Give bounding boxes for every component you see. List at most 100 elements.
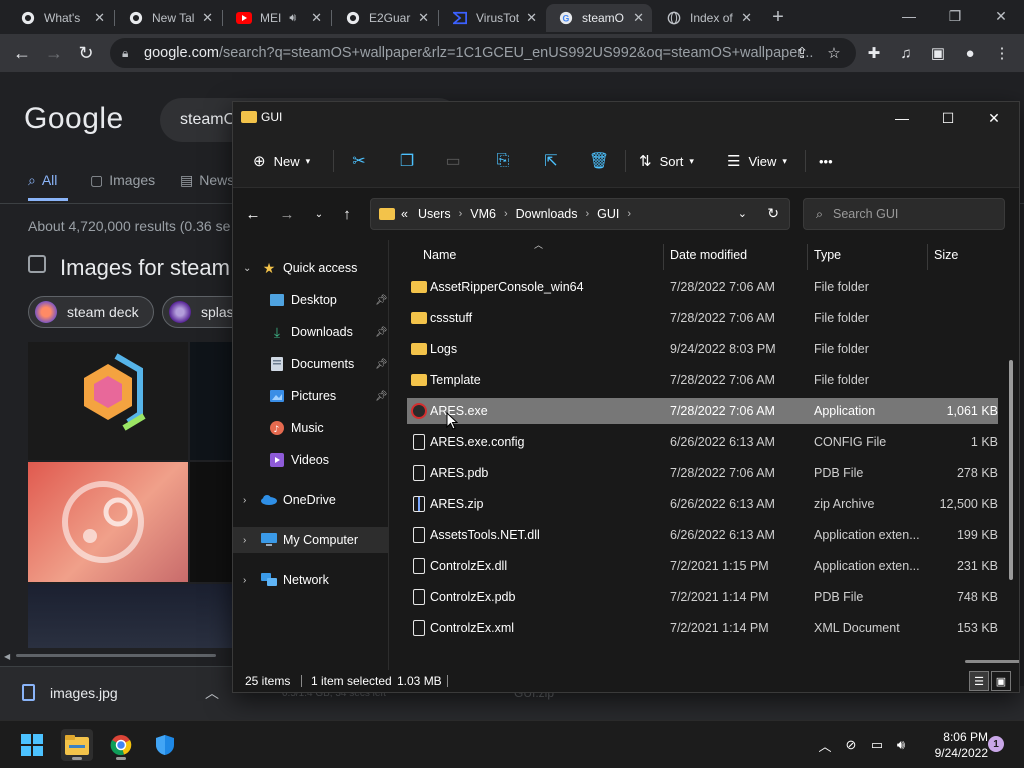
chevron-right-icon[interactable]: ›: [586, 208, 590, 220]
network-off-icon[interactable]: ⊘: [841, 735, 861, 755]
file-row[interactable]: Template 7/28/2022 7:06 AM File folder: [407, 367, 998, 393]
pin-icon[interactable]: 📌︎: [375, 327, 388, 338]
nav-my-computer[interactable]: › My Computer: [233, 527, 388, 553]
display-icon[interactable]: ▭: [867, 735, 887, 755]
restore-icon[interactable]: ❐: [935, 4, 975, 28]
file-row[interactable]: ARES.exe.config 6/26/2022 6:13 AM CONFIG F…: [407, 429, 998, 455]
minimize-icon[interactable]: —: [889, 4, 929, 28]
file-row[interactable]: ControlzEx.xml 7/2/2021 1:14 PM XML Docume…: [407, 615, 998, 641]
security-taskbar-button[interactable]: [149, 729, 181, 761]
horizontal-scrollbar[interactable]: ◀: [0, 650, 236, 661]
column-name[interactable]: Name: [423, 248, 456, 262]
delete-icon[interactable]: 🗑︎: [587, 150, 611, 172]
nav-videos[interactable]: Videos: [233, 447, 388, 473]
bookmark-star-icon[interactable]: ☆: [824, 43, 844, 63]
close-tab-icon[interactable]: ✕: [741, 10, 752, 26]
related-chip[interactable]: steam deck: [28, 296, 154, 328]
file-row[interactable]: ARES.exe 7/28/2022 7:06 AM Application 1,06…: [407, 398, 998, 424]
browser-tab[interactable]: E2Guar ✕: [333, 4, 437, 32]
breadcrumb-item[interactable]: VM6: [470, 207, 496, 221]
file-row[interactable]: ControlzEx.pdb 7/2/2021 1:14 PM PDB File 74…: [407, 584, 998, 610]
close-icon[interactable]: ✕: [971, 106, 1017, 130]
scroll-thumb[interactable]: [16, 654, 216, 657]
browser-tab-active[interactable]: G steamO ✕: [546, 4, 652, 32]
file-row[interactable]: AssetRipperConsole_win64 7/28/2022 7:06 A…: [407, 274, 998, 300]
nav-documents[interactable]: Documents 📌︎: [233, 351, 388, 377]
search-box[interactable]: ⌕ Search GUI: [803, 198, 1005, 230]
horizontal-scrollbar[interactable]: [965, 660, 1019, 663]
file-row[interactable]: ControlzEx.dll 7/2/2021 1:15 PM Applicatio…: [407, 553, 998, 579]
chevron-up-icon[interactable]: ︿: [815, 735, 835, 755]
chevron-right-icon[interactable]: ›: [459, 208, 463, 220]
images-heading[interactable]: Images for steam: [60, 255, 230, 281]
side-panel-icon[interactable]: ▣: [928, 43, 948, 63]
image-result[interactable]: [190, 462, 234, 582]
download-filename[interactable]: images.jpg: [50, 685, 118, 701]
volume-icon[interactable]: 🔊︎: [891, 735, 911, 755]
minimize-icon[interactable]: —: [879, 106, 925, 130]
refresh-icon[interactable]: ↻: [767, 205, 779, 222]
breadcrumb[interactable]: « Users › VM6 › Downloads › GUI › ⌄ ↻: [370, 198, 790, 230]
chevron-right-icon[interactable]: ›: [243, 575, 246, 586]
nav-onedrive[interactable]: › OneDrive: [233, 487, 388, 513]
notification-badge[interactable]: 1: [988, 736, 1004, 752]
file-row[interactable]: Logs 9/24/2022 8:03 PM File folder: [407, 336, 998, 362]
nav-downloads[interactable]: ⤓ Downloads 📌︎: [233, 319, 388, 345]
system-clock[interactable]: 8:06 PM 9/24/2022: [918, 729, 988, 761]
breadcrumb-item[interactable]: Downloads: [516, 207, 578, 221]
address-bar[interactable]: 🔒︎ google.com/search?q=steamOS+wallpaper…: [110, 38, 856, 68]
chevron-right-icon[interactable]: ›: [243, 535, 246, 546]
file-explorer-taskbar-button[interactable]: [61, 729, 93, 761]
chevron-down-icon[interactable]: ⌄: [243, 263, 251, 274]
file-row[interactable]: ARES.pdb 7/28/2022 7:06 AM PDB File 278 KB: [407, 460, 998, 486]
image-result[interactable]: [28, 342, 188, 460]
share-icon[interactable]: ⇪: [792, 43, 812, 63]
image-result[interactable]: [190, 342, 234, 460]
sort-button[interactable]: ⇅ Sort ▾: [639, 150, 694, 172]
column-resize-handle[interactable]: [927, 244, 928, 270]
new-tab-button[interactable]: +: [767, 6, 789, 28]
nav-desktop[interactable]: Desktop 📌︎: [233, 287, 388, 313]
scroll-left-icon[interactable]: ◀: [4, 652, 10, 661]
close-icon[interactable]: ✕: [981, 4, 1021, 28]
nav-network[interactable]: › Network: [233, 567, 388, 593]
breadcrumb-item[interactable]: Users: [418, 207, 451, 221]
image-result[interactable]: [28, 462, 188, 582]
chrome-menu-icon[interactable]: ⋮: [992, 43, 1012, 63]
close-tab-icon[interactable]: ✕: [633, 10, 644, 26]
forward-icon[interactable]: →: [275, 202, 299, 226]
new-button[interactable]: ⊕ New ▾: [253, 150, 310, 172]
pin-icon[interactable]: 📌︎: [375, 391, 388, 402]
reload-icon[interactable]: ↻: [74, 41, 98, 65]
close-tab-icon[interactable]: ✕: [418, 10, 429, 26]
share-icon[interactable]: ⇱: [539, 150, 563, 172]
file-row[interactable]: ARES.zip 6/26/2022 6:13 AM zip Archive 12,5…: [407, 491, 998, 517]
browser-tab[interactable]: New Tal ✕: [116, 4, 221, 32]
browser-tab[interactable]: MEI 🔊︎ ✕: [224, 4, 330, 32]
tab-news[interactable]: ▤ News: [180, 172, 234, 189]
forward-icon[interactable]: →: [42, 41, 66, 65]
start-button[interactable]: [16, 729, 48, 761]
close-tab-icon[interactable]: ✕: [94, 10, 105, 26]
close-tab-icon[interactable]: ✕: [311, 10, 322, 26]
chevron-up-icon[interactable]: ︿: [205, 683, 219, 703]
maximize-icon[interactable]: ☐: [925, 106, 971, 130]
column-size[interactable]: Size: [934, 248, 958, 262]
profile-icon[interactable]: ●: [960, 43, 980, 63]
pin-icon[interactable]: 📌︎: [375, 295, 388, 306]
nav-music[interactable]: ♪ Music: [233, 415, 388, 441]
chevron-right-icon[interactable]: ›: [243, 495, 246, 506]
back-icon[interactable]: ←: [10, 41, 34, 65]
tab-images[interactable]: ▢ Images: [90, 172, 155, 189]
explorer-title-bar[interactable]: GUI — ☐ ✕: [233, 102, 1019, 134]
more-options-button[interactable]: •••: [819, 150, 833, 172]
file-row[interactable]: cssstuff 7/28/2022 7:06 AM File folder: [407, 305, 998, 331]
file-row[interactable]: AssetsTools.NET.dll 6/26/2022 6:13 AM Appl…: [407, 522, 998, 548]
chevron-right-icon[interactable]: ›: [627, 208, 631, 220]
breadcrumb-overflow[interactable]: «: [401, 207, 408, 221]
breadcrumb-item[interactable]: GUI: [597, 207, 619, 221]
nav-pictures[interactable]: Pictures 📌︎: [233, 383, 388, 409]
pin-icon[interactable]: 📌︎: [375, 359, 388, 370]
close-tab-icon[interactable]: ✕: [202, 10, 213, 26]
large-icons-view-icon[interactable]: ▣: [991, 671, 1011, 691]
